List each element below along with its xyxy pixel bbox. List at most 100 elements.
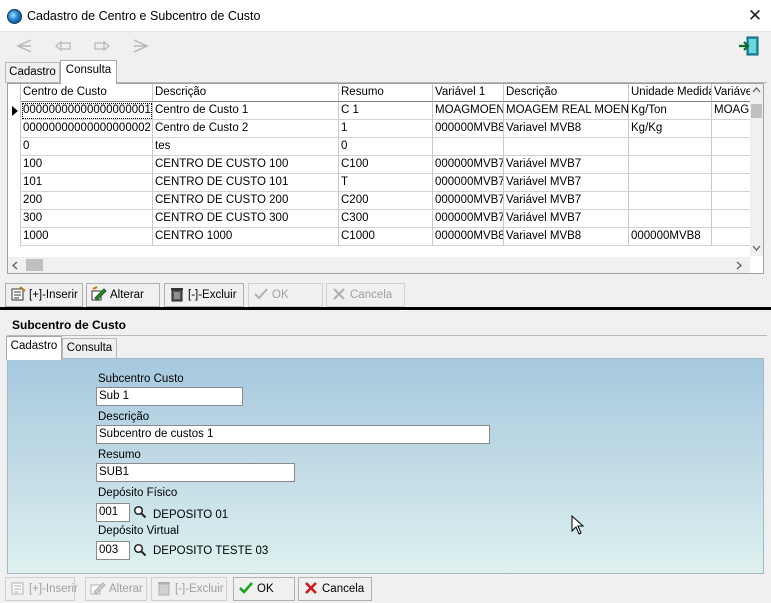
grid-cell[interactable]: 000000MVB7 [433, 174, 504, 192]
horizontal-scrollbar[interactable] [8, 257, 750, 273]
scroll-up-icon[interactable] [752, 86, 761, 94]
grid-column-header[interactable]: Centro de Custo [21, 84, 153, 102]
grid-cell[interactable]: tes [153, 138, 339, 156]
grid-cell[interactable]: Centro de Custo 2 [153, 120, 339, 138]
grid-cell[interactable] [629, 156, 712, 174]
grid-cell[interactable]: Variável MVB7 [504, 156, 629, 174]
grid-cell[interactable]: 000000MVB8 [629, 228, 712, 246]
search-icon[interactable] [133, 505, 147, 519]
grid-cell[interactable]: 101 [21, 174, 153, 192]
grid-cell[interactable]: 00000000000000000002 [21, 120, 153, 138]
first-record-icon[interactable] [13, 37, 35, 55]
tab-consulta[interactable]: Consulta [60, 60, 117, 84]
grid-cell[interactable]: 000000MVB8 [433, 228, 504, 246]
insert-button[interactable]: [+]-Inserir [5, 283, 83, 307]
grid-cell[interactable]: 1 [339, 120, 433, 138]
edit-label: Alterar [110, 289, 144, 301]
grid-cell[interactable]: 0 [339, 138, 433, 156]
horizontal-scroll-thumb[interactable] [26, 259, 43, 271]
grid-cell[interactable]: C 1 [339, 102, 433, 120]
grid-cell[interactable]: CENTRO DE CUSTO 300 [153, 210, 339, 228]
sub-cancel-label: Cancela [322, 583, 365, 595]
grid-cell[interactable]: Kg/Kg [629, 120, 712, 138]
close-button[interactable]: ✕ [742, 4, 768, 28]
resumo-input[interactable]: SUB1 [96, 463, 295, 482]
grid-column-header[interactable]: Resumo [339, 84, 433, 102]
edit-button[interactable]: Alterar [86, 283, 160, 307]
grid-column-header[interactable]: Unidade Medida [629, 84, 712, 102]
descricao-input[interactable]: Subcentro de custos 1 [96, 425, 490, 444]
grid-cell[interactable]: T [339, 174, 433, 192]
tab-cadastro[interactable]: Cadastro [5, 62, 60, 83]
grid-cell[interactable] [504, 138, 629, 156]
grid-cell[interactable]: 000000MVB7 [433, 156, 504, 174]
trash-icon [158, 582, 170, 596]
grid-cell[interactable]: Variável MVB7 [504, 174, 629, 192]
grid-cell[interactable]: 1000 [21, 228, 153, 246]
deposito-fisico-input[interactable]: 001 [96, 503, 130, 522]
grid-cell[interactable]: CENTRO DE CUSTO 200 [153, 192, 339, 210]
grid-column-header[interactable]: Descrição [504, 84, 629, 102]
sub-tab-consulta[interactable]: Consulta [62, 338, 117, 359]
grid-cell[interactable]: CENTRO 1000 [153, 228, 339, 246]
grid-cell[interactable]: 0 [21, 138, 153, 156]
sub-edit-button[interactable]: Alterar [85, 577, 147, 601]
sub-delete-button[interactable]: [-]-Excluir [151, 577, 227, 601]
vertical-scroll-thumb[interactable] [751, 104, 762, 118]
grid-cell[interactable]: C1000 [339, 228, 433, 246]
sub-tab-cadastro[interactable]: Cadastro [6, 336, 62, 360]
deposito-virtual-input[interactable]: 003 [96, 541, 130, 560]
scroll-right-icon[interactable] [735, 261, 743, 270]
grid-cell[interactable]: CENTRO DE CUSTO 100 [153, 156, 339, 174]
grid-cell[interactable]: C200 [339, 192, 433, 210]
grid-cell[interactable]: 300 [21, 210, 153, 228]
grid-cell[interactable]: 000000MVB8 [433, 120, 504, 138]
grid-cell[interactable]: Variável MVB7 [504, 210, 629, 228]
deposito-fisico-label: Depósito Físico [98, 487, 178, 499]
grid-cell[interactable] [629, 192, 712, 210]
grid-cell[interactable]: 000000MVB7 [433, 192, 504, 210]
grid-column-header[interactable]: Descrição [153, 84, 339, 102]
sub-ok-button[interactable]: OK [233, 577, 295, 601]
navigation-toolbar [0, 32, 771, 60]
scroll-left-icon[interactable] [11, 261, 19, 270]
grid-cell[interactable]: MOAGMOEND [433, 102, 504, 120]
grid-cell[interactable]: 100 [21, 156, 153, 174]
grid-cell[interactable] [629, 210, 712, 228]
edit-icon [91, 286, 107, 301]
previous-record-icon[interactable] [52, 37, 74, 55]
search-icon[interactable] [133, 543, 147, 557]
grid-cell[interactable]: MOAGEM REAL MOEND [504, 102, 629, 120]
vertical-scrollbar[interactable] [750, 84, 763, 256]
next-record-icon[interactable] [91, 37, 113, 55]
grid-cell[interactable]: 200 [21, 192, 153, 210]
grid-cell[interactable]: C300 [339, 210, 433, 228]
ok-button[interactable]: OK [248, 283, 323, 307]
exit-icon[interactable] [738, 35, 760, 57]
grid-cell[interactable]: Centro de Custo 1 [153, 102, 339, 120]
subcentro-form: Subcentro Custo Sub 1 Descrição Subcentr… [7, 358, 764, 574]
scroll-down-icon[interactable] [752, 244, 761, 252]
last-record-icon[interactable] [130, 37, 152, 55]
grid-cell[interactable] [629, 138, 712, 156]
cancel-button[interactable]: Cancela [326, 283, 405, 307]
grid-cell[interactable]: Variavel MVB8 [504, 120, 629, 138]
grid-cell[interactable]: 000000MVB7 [433, 210, 504, 228]
grid-cell[interactable]: Variável MVB7 [504, 192, 629, 210]
subcentro-input[interactable]: Sub 1 [96, 387, 243, 406]
sub-edit-label: Alterar [109, 583, 143, 595]
grid-cell[interactable]: 00000000000000000001 [21, 102, 153, 120]
grid-cell[interactable] [629, 174, 712, 192]
grid-cell[interactable]: Variavel MVB8 [504, 228, 629, 246]
subcentro-action-bar: [+]-Inserir Alterar [-]-Excluir OK Cance… [0, 576, 771, 603]
section-divider [0, 307, 771, 310]
delete-button[interactable]: [-]-Excluir [164, 283, 244, 307]
grid-column-header[interactable]: Variável 1 [433, 84, 504, 102]
grid-cell[interactable]: CENTRO DE CUSTO 101 [153, 174, 339, 192]
grid-cell[interactable]: Kg/Ton [629, 102, 712, 120]
grid-cell[interactable]: C100 [339, 156, 433, 174]
sub-insert-button[interactable]: [+]-Inserir [5, 577, 78, 601]
sub-cancel-button[interactable]: Cancela [298, 577, 372, 601]
grid-cell[interactable] [433, 138, 504, 156]
centro-grid[interactable]: Centro de Custo Descrição Resumo Variável 1… [7, 83, 764, 274]
